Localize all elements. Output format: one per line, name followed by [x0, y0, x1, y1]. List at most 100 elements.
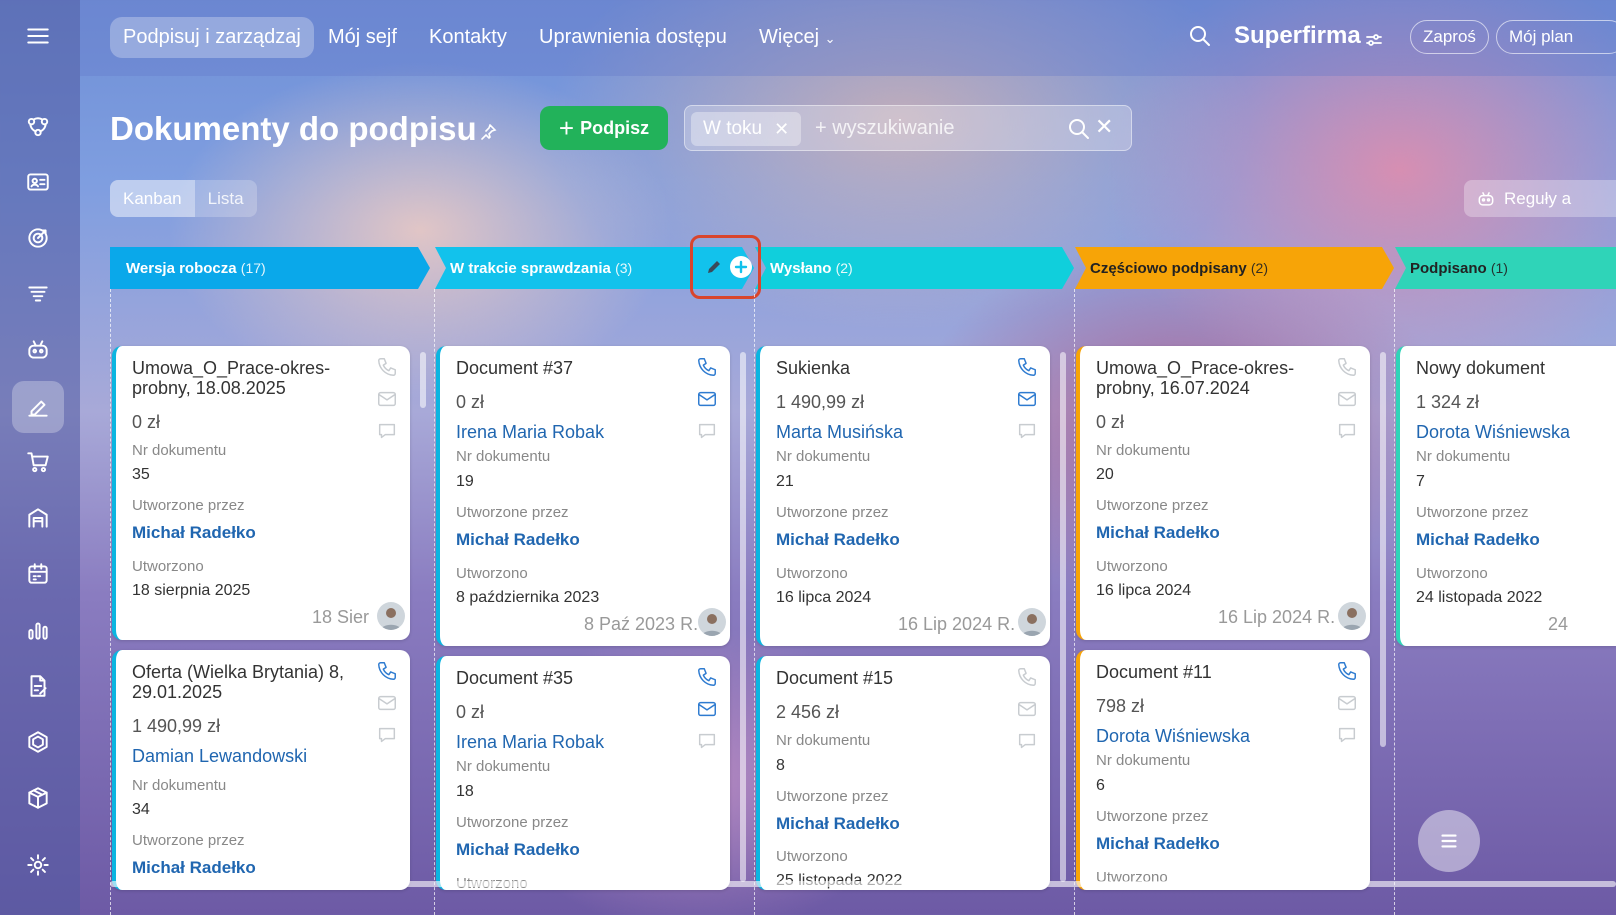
client-link[interactable]: Irena Maria Robak	[456, 422, 604, 443]
analytics-icon[interactable]	[12, 604, 64, 656]
client-link[interactable]: Damian Lewandowski	[132, 746, 307, 767]
chat-icon[interactable]	[376, 420, 398, 442]
phone-icon[interactable]	[376, 356, 398, 378]
chat-icon[interactable]	[1016, 730, 1038, 752]
deal-card[interactable]: Umowa_O_Prace-okres-probny, 18.08.2025 0…	[112, 346, 410, 640]
card-title[interactable]: Sukienka	[776, 358, 1006, 378]
deal-card[interactable]: Oferta (Wielka Brytania) 8, 29.01.2025 1…	[112, 650, 410, 890]
created-date: 8 października 2023	[456, 589, 600, 606]
mail-icon[interactable]	[1336, 692, 1358, 714]
card-title[interactable]: Nowy dokument	[1416, 358, 1616, 378]
card-title[interactable]: Document #35	[456, 668, 686, 688]
phone-icon[interactable]	[1016, 666, 1038, 688]
client-link[interactable]: Irena Maria Robak	[456, 732, 604, 753]
sign-icon[interactable]	[12, 381, 64, 433]
column-scrollbar[interactable]	[1380, 352, 1386, 747]
column-head-sent[interactable]: Wysłano (2)	[754, 247, 853, 289]
client-link[interactable]: Marta Musińska	[776, 422, 903, 443]
settings-icon[interactable]	[12, 839, 64, 891]
phone-icon[interactable]	[696, 666, 718, 688]
mail-icon[interactable]	[1016, 698, 1038, 720]
horizontal-scrollbar[interactable]	[110, 881, 1616, 887]
phone-icon[interactable]	[696, 356, 718, 378]
created-by-link[interactable]: Michał Radełko	[1416, 530, 1540, 550]
deal-card[interactable]: Nowy dokument 1 324 zł Dorota Wiśniewska…	[1396, 346, 1616, 646]
created-by-link[interactable]: Michał Radełko	[776, 530, 900, 550]
doc-number-label: Nr dokumentu	[456, 758, 551, 775]
created-date: 16 lipca 2024	[776, 589, 872, 606]
created-by-link[interactable]: Michał Radełko	[776, 814, 900, 834]
chat-icon[interactable]	[696, 730, 718, 752]
card-title[interactable]: Document #11	[1096, 662, 1326, 682]
created-label: Utworzono	[132, 558, 204, 575]
list-icon	[1441, 834, 1457, 848]
mail-icon[interactable]	[376, 692, 398, 714]
deal-card[interactable]: Umowa_O_Prace-okres-probny, 16.07.2024 0…	[1076, 346, 1370, 640]
phone-icon[interactable]	[376, 660, 398, 682]
phone-icon[interactable]	[1016, 356, 1038, 378]
phone-icon[interactable]	[1336, 356, 1358, 378]
card-price: 2 456 zł	[776, 702, 840, 722]
column-divider	[1074, 289, 1075, 915]
column-scrollbar[interactable]	[1060, 352, 1066, 882]
column-divider	[754, 289, 755, 915]
mail-icon[interactable]	[696, 698, 718, 720]
document-edit-icon[interactable]	[12, 660, 64, 712]
mail-icon[interactable]	[1016, 388, 1038, 410]
phone-icon[interactable]	[1336, 660, 1358, 682]
doc-number: 20	[1096, 466, 1114, 483]
robot-icon[interactable]	[12, 324, 64, 376]
card-title[interactable]: Document #15	[776, 668, 1006, 688]
card-title[interactable]: Umowa_O_Prace-okres-probny, 18.08.2025	[132, 358, 362, 398]
column-head-draft[interactable]: Wersja robocza (17)	[110, 247, 266, 289]
mail-icon[interactable]	[376, 388, 398, 410]
created-by-link[interactable]: Michał Radełko	[132, 858, 256, 878]
created-by-link[interactable]: Michał Radełko	[1096, 834, 1220, 854]
column-title: Podpisano	[1410, 260, 1487, 277]
column-count: (3)	[615, 260, 633, 276]
column-scrollbar[interactable]	[740, 352, 746, 882]
created-by-link[interactable]: Michał Radełko	[456, 840, 580, 860]
column-head-review[interactable]: W trakcie sprawdzania (3)	[434, 247, 632, 289]
created-by-link[interactable]: Michał Radełko	[132, 523, 256, 543]
chat-icon[interactable]	[1016, 420, 1038, 442]
deal-card[interactable]: Sukienka 1 490,99 zł Marta Musińska Nr d…	[756, 346, 1050, 646]
column-count: (17)	[240, 260, 266, 276]
created-by-label: Utworzone przez	[776, 504, 889, 521]
chat-icon[interactable]	[376, 724, 398, 746]
chat-icon[interactable]	[1336, 420, 1358, 442]
cart-icon[interactable]	[12, 436, 64, 488]
deal-card[interactable]: Document #35 0 zł Irena Maria Robak Nr d…	[436, 656, 730, 890]
column-scrollbar[interactable]	[420, 352, 426, 408]
deal-card[interactable]: Document #37 0 zł Irena Maria Robak Nr d…	[436, 346, 730, 646]
client-link[interactable]: Dorota Wiśniewska	[1096, 726, 1250, 747]
warehouse-icon[interactable]	[12, 492, 64, 544]
calendar-icon[interactable]	[12, 548, 64, 600]
mail-icon[interactable]	[696, 388, 718, 410]
card-price: 0 zł	[132, 412, 161, 432]
column-head-signed[interactable]: Podpisano (1)	[1394, 247, 1508, 289]
avatar[interactable]	[1338, 602, 1366, 630]
column-head-partial[interactable]: Częściowo podpisany (2)	[1074, 247, 1268, 289]
created-by-link[interactable]: Michał Radełko	[1096, 523, 1220, 543]
avatar[interactable]	[377, 602, 405, 630]
deal-card[interactable]: Document #11 798 zł Dorota Wiśniewska Nr…	[1076, 650, 1370, 890]
chat-icon[interactable]	[696, 420, 718, 442]
mail-icon[interactable]	[1336, 388, 1358, 410]
client-link[interactable]: Dorota Wiśniewska	[1416, 422, 1570, 443]
hexagon-icon[interactable]	[12, 716, 64, 768]
card-title[interactable]: Document #37	[456, 358, 686, 378]
card-price: 0 zł	[1096, 412, 1125, 432]
doc-number: 7	[1416, 473, 1425, 490]
list-menu-button[interactable]	[1418, 810, 1480, 872]
package-icon[interactable]	[12, 772, 64, 824]
deal-card[interactable]: Document #15 2 456 zł Nr dokumentu 8 Utw…	[756, 656, 1050, 890]
card-title[interactable]: Oferta (Wielka Brytania) 8, 29.01.2025	[132, 662, 362, 702]
avatar[interactable]	[698, 608, 726, 636]
chat-icon[interactable]	[1336, 724, 1358, 746]
card-short-date: 16 Lip 2024 R.	[1218, 607, 1336, 627]
column-count: (2)	[835, 260, 853, 276]
created-by-link[interactable]: Michał Radełko	[456, 530, 580, 550]
card-title[interactable]: Umowa_O_Prace-okres-probny, 16.07.2024	[1096, 358, 1326, 398]
avatar[interactable]	[1018, 608, 1046, 636]
